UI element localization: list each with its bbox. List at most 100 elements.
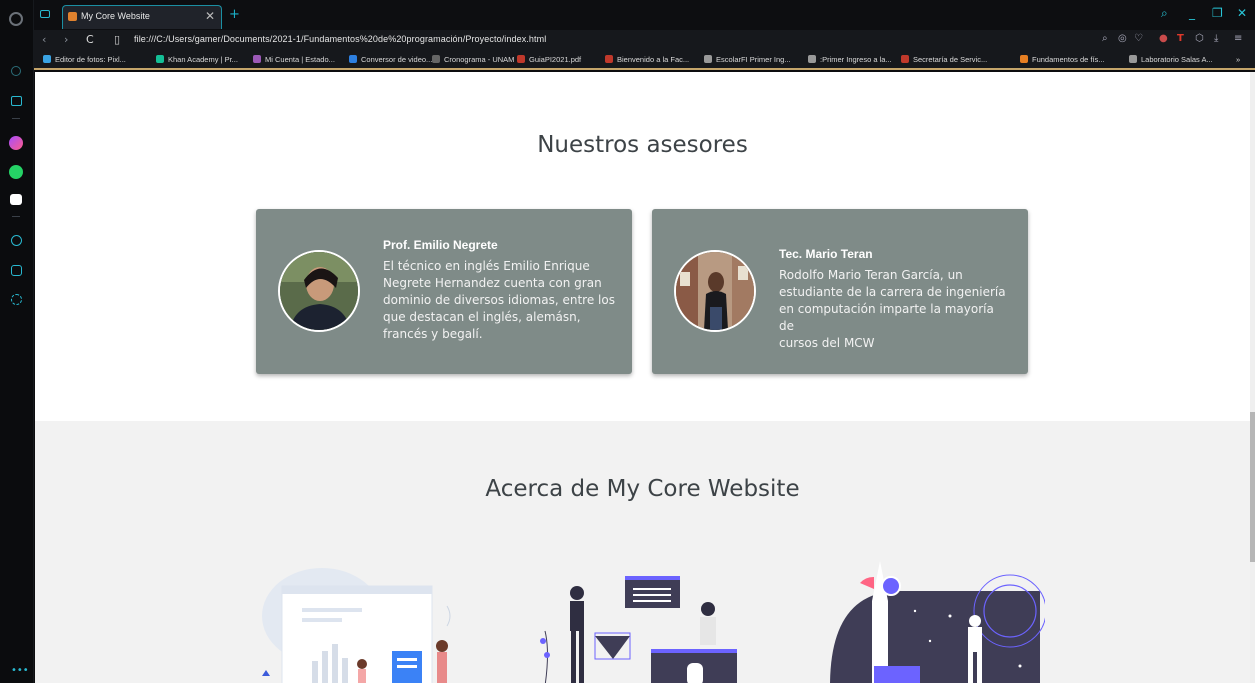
scrollbar-thumb[interactable] (1250, 412, 1255, 562)
address-bar: ‹ › C ▯ file:///C:/Users/gamer/Documents… (34, 30, 1255, 50)
page-scrollbar[interactable] (1250, 72, 1255, 683)
bookmark-item[interactable]: EscolarFI Primer Ing... (704, 55, 791, 64)
opera-logo-icon[interactable] (9, 12, 23, 26)
web-page: Nuestros asesores Prof. Emilio Negrete E… (35, 72, 1250, 683)
bookmark-item[interactable]: :Primer Ingreso a la... (808, 55, 892, 64)
more-icon[interactable]: ••• (11, 665, 29, 676)
bookmark-item[interactable]: Bienvenido a la Fac... (605, 55, 689, 64)
description-line: dominio de diversos idiomas, entre los (383, 293, 615, 307)
description-line: que destacan el inglés, alemásn, (383, 310, 581, 324)
site-favicon-icon (68, 12, 77, 21)
bookmark-label: Secretaría de Servic... (913, 55, 988, 64)
extension-icon[interactable]: ● (1159, 33, 1168, 44)
search-tabs-icon[interactable]: ⌕ (1161, 6, 1168, 21)
reload-icon[interactable]: C (86, 33, 94, 46)
history-icon[interactable] (11, 235, 22, 246)
advisor-description: Rodolfo Mario Teran García, un estudiant… (779, 267, 1011, 352)
forward-icon[interactable]: › (64, 33, 68, 46)
about-title: Acerca de My Core Website (485, 476, 800, 502)
description-line: francés y begalí. (383, 327, 483, 341)
bookmark-label: :Primer Ingreso a la... (820, 55, 892, 64)
bookmark-favicon-icon (432, 55, 440, 63)
extensions-cube-icon[interactable]: ⬡ (1195, 33, 1204, 44)
analytics-illustration (262, 568, 451, 683)
workspace-icon[interactable] (40, 10, 50, 18)
browser-sidebar: ••• (0, 0, 34, 683)
description-line: en computación imparte la mayoría de (779, 302, 994, 333)
bookmark-favicon-icon (349, 55, 357, 63)
telegram-icon[interactable] (10, 194, 22, 205)
whatsapp-icon[interactable] (9, 165, 23, 179)
bookmark-item[interactable]: Laboratorio Salas A... (1129, 55, 1213, 64)
bookmark-item[interactable]: Mi Cuenta | Estado... (253, 55, 335, 64)
url-field[interactable]: file:///C:/Users/gamer/Documents/2021-1/… (134, 34, 546, 44)
favorite-icon[interactable]: ♡ (1134, 33, 1143, 44)
bookmark-item[interactable]: Secretaría de Servic... (901, 55, 987, 64)
bookmark-favicon-icon (43, 55, 51, 63)
advisor-name: Tec. Mario Teran (779, 247, 873, 261)
shopping-icon[interactable] (11, 96, 22, 106)
file-icon: ▯ (114, 33, 121, 46)
search-icon[interactable]: ⌕ (1102, 33, 1108, 44)
description-line: El técnico en inglés Emilio Enrique (383, 259, 590, 273)
avatar (278, 250, 360, 332)
new-tab-button[interactable]: + (229, 7, 240, 22)
description-line: cursos del MCW (779, 336, 875, 350)
advisor-card: Prof. Emilio Negrete El técnico en inglé… (256, 209, 632, 374)
bookmark-label: Bienvenido a la Fac... (617, 55, 690, 64)
settings-icon[interactable] (11, 294, 22, 305)
bookmark-favicon-icon (605, 55, 613, 63)
avatar (674, 250, 756, 332)
back-icon[interactable]: ‹ (42, 33, 46, 46)
bookmark-favicon-icon (901, 55, 909, 63)
speed-dial-icon[interactable] (11, 66, 21, 76)
bookmark-favicon-icon (704, 55, 712, 63)
close-window-icon[interactable]: ✕ (1237, 6, 1247, 20)
messenger-icon[interactable] (9, 136, 23, 150)
extension-tp-icon[interactable]: T (1177, 33, 1184, 44)
minimize-icon[interactable]: _ (1189, 6, 1195, 20)
tab-title: My Core Website (81, 11, 150, 21)
bookmark-favicon-icon (156, 55, 164, 63)
bookmark-favicon-icon (253, 55, 261, 63)
bookmark-label: Editor de fotos: Pixl... (55, 55, 126, 64)
bookmark-label: Laboratorio Salas A... (1141, 55, 1213, 64)
bookmark-item[interactable]: Cronograma - UNAM (432, 55, 514, 64)
bookmark-favicon-icon (1129, 55, 1137, 63)
description-line: Rodolfo Mario Teran García, un (779, 268, 963, 282)
restore-icon[interactable]: ❐ (1212, 6, 1223, 20)
team-illustration (540, 576, 737, 683)
extensions-icon[interactable] (11, 265, 22, 276)
about-section: Acerca de My Core Website (35, 421, 1250, 683)
rocket-illustration (830, 561, 1045, 683)
bookmark-item[interactable]: Editor de fotos: Pixl... (43, 55, 126, 64)
bookmark-label: Mi Cuenta | Estado... (265, 55, 335, 64)
tab-my-core-website[interactable]: My Core Website ✕ (62, 5, 222, 29)
advisor-description: El técnico en inglés Emilio Enrique Negr… (383, 258, 615, 343)
advisor-name: Prof. Emilio Negrete (383, 238, 498, 252)
bookmark-item[interactable]: Khan Academy | Pr... (156, 55, 238, 64)
download-icon[interactable]: ⤓ (1214, 33, 1218, 44)
tab-bar: My Core Website ✕ + ⌕ _ ❐ ✕ (34, 0, 1255, 30)
advisors-title: Nuestros asesores (537, 132, 748, 158)
sidebar-divider (12, 216, 20, 217)
bookmark-label: Conversor de video... (361, 55, 433, 64)
bookmark-label: Khan Academy | Pr... (168, 55, 238, 64)
advisor-card: Tec. Mario Teran Rodolfo Mario Teran Gar… (652, 209, 1028, 374)
bookmarks-bar: » Editor de fotos: Pixl... Khan Academy |… (34, 50, 1255, 70)
bookmarks-more-icon[interactable]: » (1236, 55, 1240, 64)
bookmark-item[interactable]: Fundamentos de fís... (1020, 55, 1105, 64)
bookmark-item[interactable]: Conversor de video... (349, 55, 432, 64)
bookmark-favicon-icon (517, 55, 525, 63)
close-tab-icon[interactable]: ✕ (205, 9, 215, 23)
snapshot-icon[interactable]: ◎ (1118, 33, 1127, 44)
bookmark-label: GuiaPI2021.pdf (529, 55, 582, 64)
bookmark-label: EscolarFI Primer Ing... (716, 55, 791, 64)
bookmark-label: Fundamentos de fís... (1032, 55, 1105, 64)
menu-icon[interactable]: ≡ (1234, 33, 1242, 44)
description-line: Negrete Hernandez cuenta con gran (383, 276, 602, 290)
bookmark-favicon-icon (808, 55, 816, 63)
bookmark-item[interactable]: GuiaPI2021.pdf (517, 55, 581, 64)
bookmark-favicon-icon (1020, 55, 1028, 63)
sidebar-divider (12, 118, 20, 119)
